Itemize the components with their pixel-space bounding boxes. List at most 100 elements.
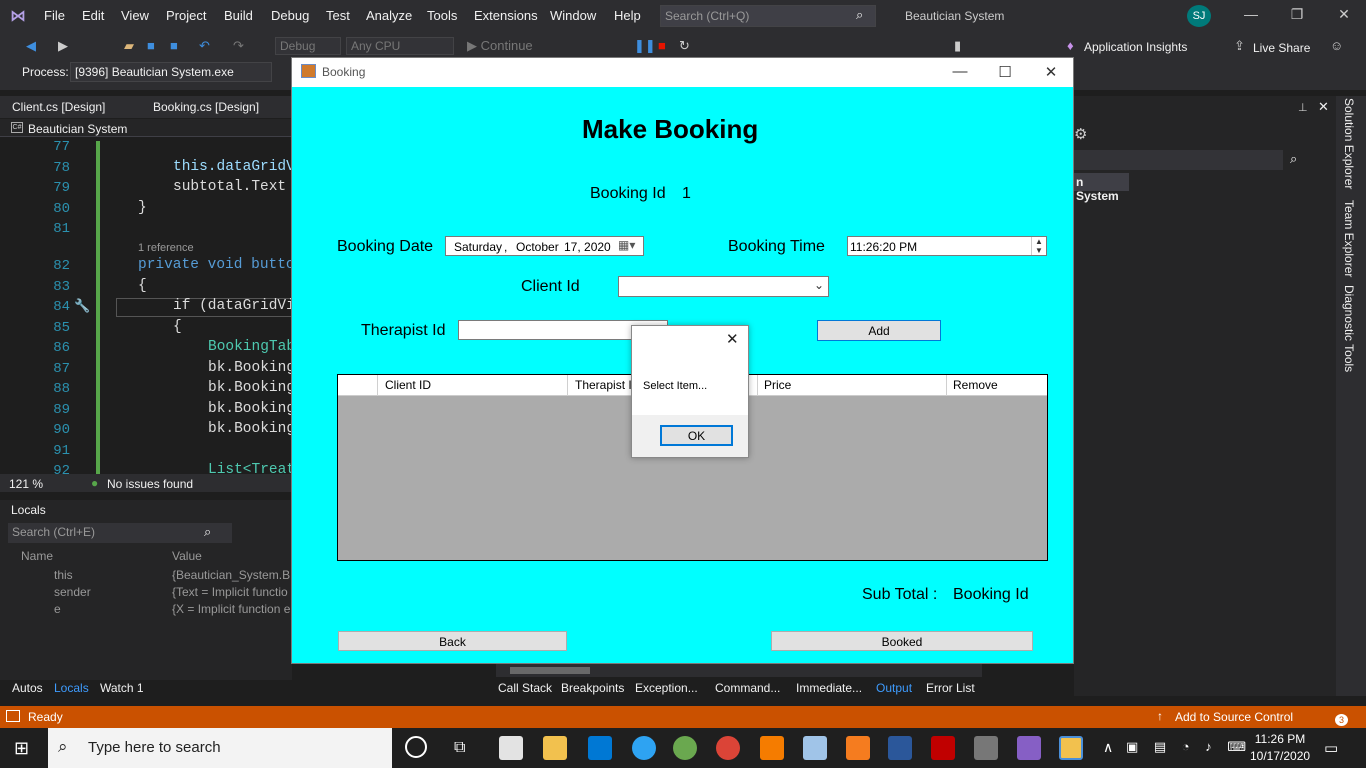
close-icon[interactable]: ✕	[1041, 63, 1061, 81]
save-icon[interactable]: ■	[147, 38, 155, 53]
tab-command[interactable]: Command...	[715, 681, 780, 695]
locals-row-value[interactable]: {Beautician_System.Bo	[172, 568, 290, 582]
close-icon[interactable]: ✕	[1334, 6, 1354, 23]
booking-date-picker[interactable]: Saturday , October 17, 2020 ▦▾	[445, 236, 644, 256]
config-dropdown[interactable]: Debug	[275, 37, 341, 55]
chevron-up-icon[interactable]: ∧	[1103, 739, 1113, 756]
tab-exception[interactable]: Exception...	[635, 681, 698, 695]
lightbulb-icon[interactable]: ♦	[1067, 38, 1074, 53]
tab-breakpoints[interactable]: Breakpoints	[561, 681, 624, 695]
save-all-icon[interactable]: ■	[170, 38, 178, 53]
grid-col-remove[interactable]: Remove	[946, 375, 1047, 396]
task-view-icon[interactable]: ⧉	[454, 739, 465, 757]
search-icon[interactable]: ⌕	[856, 7, 863, 23]
code-line[interactable]: bk.Booking	[208, 401, 295, 417]
minimize-icon[interactable]: —	[950, 63, 970, 80]
close-icon[interactable]: ✕	[726, 330, 739, 348]
menu-view[interactable]: View	[121, 8, 149, 23]
forward-arrow-icon[interactable]: ▶	[58, 38, 68, 54]
tab-locals[interactable]: Locals	[54, 681, 89, 695]
vlc-icon[interactable]	[760, 736, 784, 760]
code-line[interactable]: subtotal.Text	[173, 179, 295, 195]
running-app-icon[interactable]	[1059, 736, 1083, 760]
stop-icon[interactable]: ■	[658, 38, 666, 53]
menu-project[interactable]: Project	[166, 8, 206, 23]
file-explorer-icon[interactable]	[543, 736, 567, 760]
code-line[interactable]: BookingTab	[208, 339, 295, 355]
reference-count[interactable]: 1 reference	[138, 242, 194, 254]
code-line[interactable]: {	[138, 278, 147, 294]
tab-call-stack[interactable]: Call Stack	[498, 681, 552, 695]
code-line[interactable]: {	[173, 319, 182, 335]
solution-tree-item[interactable]: n System	[1074, 173, 1129, 203]
pin-icon[interactable]: ⊥	[1298, 101, 1308, 114]
edge-icon[interactable]	[632, 736, 656, 760]
app-insights-button[interactable]: Application Insights	[1084, 40, 1187, 54]
tab-diagnostic-tools[interactable]: Diagnostic Tools	[1342, 285, 1356, 372]
project-dropdown[interactable]: Beautician System	[28, 122, 127, 136]
tab-client-design[interactable]: Client.cs [Design]	[12, 100, 105, 114]
search-icon[interactable]: ⌕	[204, 524, 211, 540]
maximize-icon[interactable]: ☐	[995, 63, 1015, 81]
minimize-icon[interactable]: —	[1241, 6, 1261, 22]
locals-row-value[interactable]: {Text = Implicit functio	[172, 585, 290, 599]
clock-time[interactable]: 11:26 PM	[1250, 732, 1310, 746]
search-icon[interactable]: ⌕	[58, 737, 68, 757]
menu-debug[interactable]: Debug	[271, 8, 309, 23]
redo-icon[interactable]: ↷	[233, 38, 244, 54]
feedback-icon[interactable]: ☺	[1330, 38, 1343, 53]
visual-studio-logo-icon[interactable]: ⋈	[10, 6, 26, 26]
tab-team-explorer[interactable]: Team Explorer	[1342, 200, 1356, 277]
scrollbar-thumb[interactable]	[510, 667, 590, 674]
mail-icon[interactable]	[588, 736, 612, 760]
code-line[interactable]: bk.Booking	[208, 360, 295, 376]
tab-solution-explorer[interactable]: Solution Explorer	[1342, 98, 1356, 189]
code-line[interactable]: }	[138, 200, 147, 216]
chrome-icon[interactable]	[716, 736, 740, 760]
avatar[interactable]: SJ	[1187, 5, 1211, 27]
menu-tools[interactable]: Tools	[427, 8, 457, 23]
clock-date[interactable]: 10/17/2020	[1250, 749, 1310, 763]
tab-immediate[interactable]: Immediate...	[796, 681, 862, 695]
locals-search-input[interactable]: Search (Ctrl+E)	[8, 523, 232, 543]
word-icon[interactable]	[888, 736, 912, 760]
undo-icon[interactable]: ↶	[199, 38, 210, 54]
time-spinner-icon[interactable]: ▲ ▼	[1031, 237, 1046, 255]
gear-icon[interactable]: ⚙	[1074, 125, 1087, 143]
menu-file[interactable]: File	[44, 8, 65, 23]
code-line[interactable]: if (dataGridVi	[173, 298, 295, 314]
notification-badge[interactable]: 3	[1335, 714, 1348, 726]
store-icon[interactable]	[499, 736, 523, 760]
visual-studio-icon[interactable]	[1017, 736, 1041, 760]
tab-autos[interactable]: Autos	[12, 681, 43, 695]
tab-output[interactable]: Output	[876, 681, 912, 695]
locals-row-value[interactable]: {X = Implicit function e	[172, 602, 290, 616]
code-line[interactable]: bk.Booking	[208, 421, 295, 437]
live-share-icon[interactable]: ⇪	[1234, 38, 1245, 54]
booked-button[interactable]: Booked	[771, 631, 1033, 651]
system-tray-icons[interactable]: ▣ ▤ ◔ ♪ ⌨	[1126, 739, 1246, 755]
close-icon[interactable]: ✕	[1318, 99, 1329, 115]
menu-build[interactable]: Build	[224, 8, 253, 23]
platform-dropdown[interactable]: Any CPU	[346, 37, 454, 55]
locals-row-name[interactable]: sender	[54, 585, 91, 599]
open-folder-icon[interactable]: ▰	[124, 38, 134, 54]
add-to-source-control-button[interactable]: Add to Source Control	[1175, 710, 1293, 724]
locals-row-name[interactable]: e	[54, 602, 61, 616]
xampp-icon[interactable]	[846, 736, 870, 760]
chevron-down-icon[interactable]: ⌄	[814, 278, 824, 292]
code-line[interactable]: this.dataGridV	[173, 159, 295, 175]
bookmark-icon[interactable]: ▮	[954, 38, 961, 54]
mcafee-icon[interactable]	[931, 736, 955, 760]
locals-row-name[interactable]: this	[54, 568, 73, 582]
menu-extensions[interactable]: Extensions	[474, 8, 538, 23]
tab-watch1[interactable]: Watch 1	[100, 681, 144, 695]
menu-window[interactable]: Window	[550, 8, 596, 23]
restore-icon[interactable]: ❐	[1287, 6, 1307, 23]
pause-icon[interactable]: ❚❚	[634, 38, 656, 54]
windows-start-icon[interactable]: ⊞	[14, 738, 29, 759]
menu-test[interactable]: Test	[326, 8, 350, 23]
menu-analyze[interactable]: Analyze	[366, 8, 412, 23]
calendar-icon[interactable]: ▦▾	[618, 238, 635, 252]
app-icon[interactable]	[673, 736, 697, 760]
